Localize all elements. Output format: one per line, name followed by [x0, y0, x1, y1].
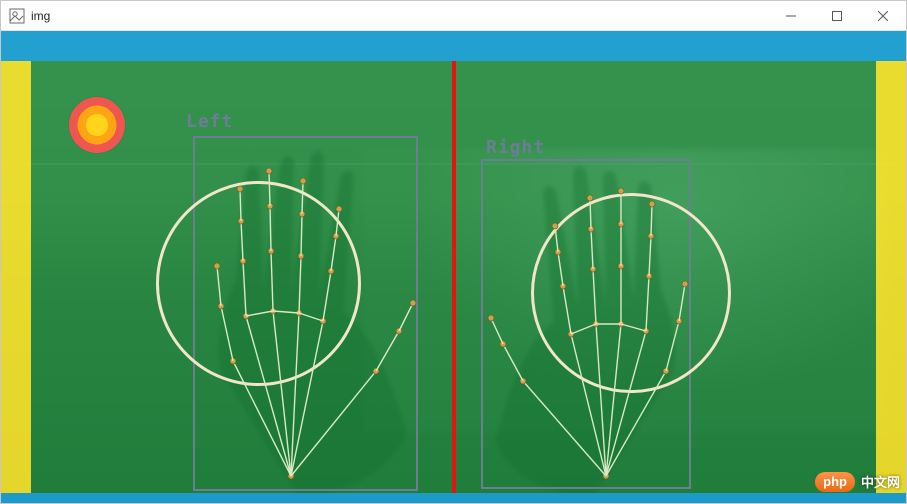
watermark: php 中文网	[815, 471, 900, 493]
left-hand-skeleton	[151, 121, 451, 503]
window-title: img	[31, 9, 50, 23]
target-indicator	[69, 97, 125, 153]
maximize-button[interactable]	[814, 1, 860, 31]
watermark-text: 中文网	[861, 476, 900, 489]
image-viewport: Left Right	[1, 31, 906, 503]
close-button[interactable]	[860, 1, 906, 31]
app-window: img Left Right	[0, 0, 907, 504]
right-hand-skeleton	[451, 146, 751, 503]
region-right-bar	[876, 61, 906, 493]
minimize-button[interactable]	[768, 1, 814, 31]
region-left-bar	[1, 61, 31, 493]
watermark-badge: php	[815, 472, 855, 492]
region-top-bar	[1, 31, 906, 61]
titlebar[interactable]: img	[1, 1, 906, 31]
app-icon	[9, 8, 25, 24]
